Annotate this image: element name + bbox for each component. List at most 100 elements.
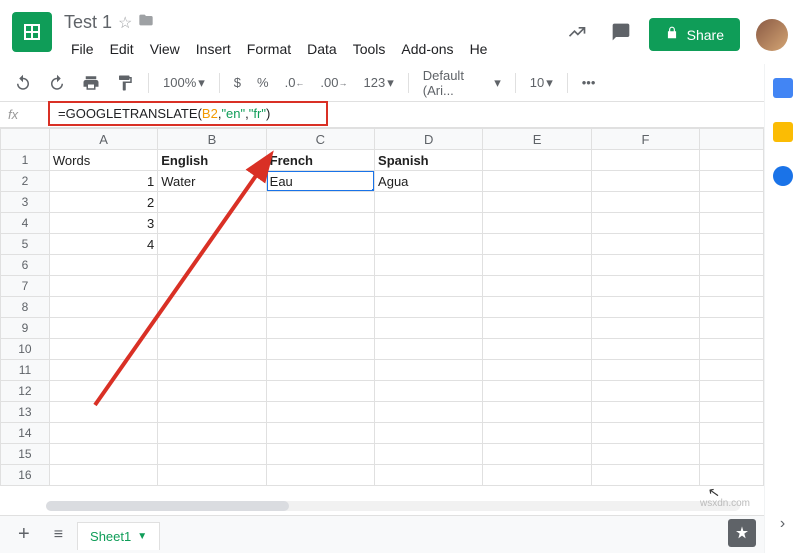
cell-pad[interactable] <box>700 423 764 444</box>
cell-D5[interactable] <box>375 234 483 255</box>
explore-button[interactable] <box>728 519 756 547</box>
print-icon[interactable] <box>76 70 106 96</box>
cell-B8[interactable] <box>158 297 266 318</box>
cell-pad[interactable] <box>700 297 764 318</box>
spreadsheet-grid[interactable]: A B C D E F 1WordsEnglishFrenchSpanish21… <box>0 128 764 515</box>
hide-sidepanel-icon[interactable]: › <box>780 515 785 533</box>
more-toolbar-icon[interactable]: ••• <box>576 71 602 94</box>
cell-E5[interactable] <box>483 234 591 255</box>
cell-D6[interactable] <box>375 255 483 276</box>
cell-A7[interactable] <box>49 276 157 297</box>
row-header[interactable]: 7 <box>1 276 50 297</box>
cell-pad[interactable] <box>700 171 764 192</box>
cell-E6[interactable] <box>483 255 591 276</box>
cell-A12[interactable] <box>49 381 157 402</box>
cell-E4[interactable] <box>483 213 591 234</box>
col-header-C[interactable]: C <box>266 129 374 150</box>
sheets-logo-icon[interactable] <box>12 12 52 52</box>
add-sheet-icon[interactable]: + <box>8 517 40 552</box>
cell-E1[interactable] <box>483 150 591 171</box>
col-header-D[interactable]: D <box>375 129 483 150</box>
cell-E7[interactable] <box>483 276 591 297</box>
cell-F2[interactable] <box>591 171 699 192</box>
user-avatar[interactable] <box>756 19 788 51</box>
cell-D9[interactable] <box>375 318 483 339</box>
cell-B14[interactable] <box>158 423 266 444</box>
cell-pad[interactable] <box>700 318 764 339</box>
cell-F6[interactable] <box>591 255 699 276</box>
menu-edit[interactable]: Edit <box>103 37 141 61</box>
activity-icon[interactable] <box>561 16 593 53</box>
cell-C15[interactable] <box>266 444 374 465</box>
cell-B5[interactable] <box>158 234 266 255</box>
cell-A13[interactable] <box>49 402 157 423</box>
menu-format[interactable]: Format <box>240 37 298 61</box>
col-header-G[interactable] <box>700 129 764 150</box>
cell-C11[interactable] <box>266 360 374 381</box>
cell-B2[interactable]: Water <box>158 171 266 192</box>
cell-D16[interactable] <box>375 465 483 486</box>
cell-F15[interactable] <box>591 444 699 465</box>
cell-B10[interactable] <box>158 339 266 360</box>
cell-D10[interactable] <box>375 339 483 360</box>
cell-A6[interactable] <box>49 255 157 276</box>
cell-pad[interactable] <box>700 360 764 381</box>
cell-A10[interactable] <box>49 339 157 360</box>
cell-C8[interactable] <box>266 297 374 318</box>
column-headers[interactable]: A B C D E F <box>1 129 764 150</box>
menu-tools[interactable]: Tools <box>346 37 393 61</box>
row-header[interactable]: 10 <box>1 339 50 360</box>
cell-B12[interactable] <box>158 381 266 402</box>
cell-A5[interactable]: 4 <box>49 234 157 255</box>
cell-B9[interactable] <box>158 318 266 339</box>
increase-decimal[interactable]: .00→ <box>314 71 353 94</box>
calendar-icon[interactable] <box>773 78 793 98</box>
cell-A8[interactable] <box>49 297 157 318</box>
cell-D1[interactable]: Spanish <box>375 150 483 171</box>
col-header-B[interactable]: B <box>158 129 266 150</box>
cell-pad[interactable] <box>700 465 764 486</box>
formula-input[interactable]: =GOOGLETRANSLATE(B2, "en", "fr") <box>48 101 328 126</box>
row-header[interactable]: 16 <box>1 465 50 486</box>
cell-pad[interactable] <box>700 192 764 213</box>
font-size-dropdown[interactable]: 10 ▾ <box>524 71 559 95</box>
cell-C6[interactable] <box>266 255 374 276</box>
cell-E8[interactable] <box>483 297 591 318</box>
cell-F16[interactable] <box>591 465 699 486</box>
cell-C1[interactable]: French <box>266 150 374 171</box>
menu-addons[interactable]: Add-ons <box>394 37 460 61</box>
cell-C9[interactable] <box>266 318 374 339</box>
menu-help[interactable]: He <box>463 37 495 61</box>
cell-E14[interactable] <box>483 423 591 444</box>
more-formats[interactable]: 123 ▾ <box>358 71 400 95</box>
horizontal-scrollbar[interactable] <box>46 501 740 515</box>
cell-B15[interactable] <box>158 444 266 465</box>
move-folder-icon[interactable] <box>138 12 154 33</box>
cell-A3[interactable]: 2 <box>49 192 157 213</box>
cell-C7[interactable] <box>266 276 374 297</box>
cell-B1[interactable]: English <box>158 150 266 171</box>
cell-C13[interactable] <box>266 402 374 423</box>
format-currency[interactable]: $ <box>228 71 247 94</box>
redo-icon[interactable] <box>42 70 72 96</box>
cell-B6[interactable] <box>158 255 266 276</box>
select-all-corner[interactable] <box>1 129 50 150</box>
cell-B13[interactable] <box>158 402 266 423</box>
menu-file[interactable]: File <box>64 37 101 61</box>
cell-E12[interactable] <box>483 381 591 402</box>
row-header[interactable]: 3 <box>1 192 50 213</box>
cell-A14[interactable] <box>49 423 157 444</box>
cell-A4[interactable]: 3 <box>49 213 157 234</box>
cell-pad[interactable] <box>700 255 764 276</box>
cell-A2[interactable]: 1 <box>49 171 157 192</box>
row-header[interactable]: 13 <box>1 402 50 423</box>
tasks-icon[interactable] <box>773 166 793 186</box>
cell-E2[interactable] <box>483 171 591 192</box>
cell-F4[interactable] <box>591 213 699 234</box>
cell-D13[interactable] <box>375 402 483 423</box>
cell-D14[interactable] <box>375 423 483 444</box>
cell-F3[interactable] <box>591 192 699 213</box>
star-icon[interactable]: ☆ <box>118 13 132 33</box>
cell-B3[interactable] <box>158 192 266 213</box>
sheet-tab-sheet1[interactable]: Sheet1 ▼ <box>77 522 160 550</box>
